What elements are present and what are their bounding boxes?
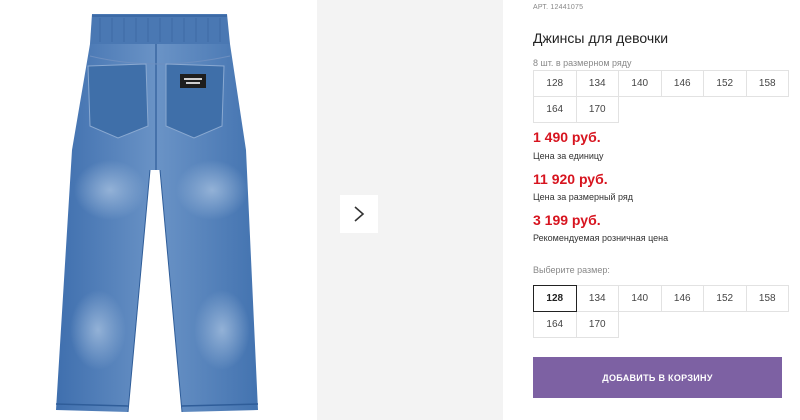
size-option[interactable]: 152 xyxy=(703,285,747,312)
pack-size-cell: 152 xyxy=(703,70,747,97)
product-image-secondary[interactable] xyxy=(317,0,503,420)
jeans-image xyxy=(55,14,259,413)
retail-price-note: Рекомендуемая розничная цена xyxy=(533,233,669,243)
size-option[interactable]: 134 xyxy=(575,285,619,312)
product-title: Джинсы для девочки xyxy=(533,30,669,46)
pack-size-grid: 128 134 140 146 152 158 164 170 xyxy=(533,70,789,123)
unit-price-note: Цена за единицу xyxy=(533,151,604,161)
label-patch xyxy=(180,74,206,88)
pack-size-cell: 140 xyxy=(618,70,662,97)
pack-size-label: 8 шт. в размерном ряду xyxy=(533,58,632,68)
size-option[interactable]: 170 xyxy=(575,311,619,338)
pack-price: 11 920 руб. xyxy=(533,171,608,187)
add-to-cart-button[interactable]: ДОБАВИТЬ В КОРЗИНУ xyxy=(533,357,782,398)
pack-size-cell: 158 xyxy=(745,70,789,97)
retail-price: 3 199 руб. xyxy=(533,212,601,228)
pack-size-cell: 134 xyxy=(575,70,619,97)
pack-size-cell: 146 xyxy=(660,70,704,97)
unit-price: 1 490 руб. xyxy=(533,129,601,145)
size-option[interactable]: 164 xyxy=(533,311,577,338)
chevron-right-icon xyxy=(354,206,365,222)
size-option[interactable]: 146 xyxy=(660,285,704,312)
pack-size-cell: 170 xyxy=(575,96,619,123)
pack-price-note: Цена за размерный ряд xyxy=(533,192,634,202)
size-selector: 128 134 140 146 152 158 164 170 xyxy=(533,285,789,338)
product-image-main[interactable] xyxy=(0,0,305,420)
select-size-label: Выберите размер: xyxy=(533,265,610,275)
product-sku: АРТ. 12441075 xyxy=(533,4,584,11)
size-option[interactable]: 158 xyxy=(745,285,789,312)
pack-size-cell: 164 xyxy=(533,96,577,123)
pack-size-cell: 128 xyxy=(533,70,577,97)
size-option-selected[interactable]: 128 xyxy=(533,285,577,312)
next-image-button[interactable] xyxy=(340,195,378,233)
size-option[interactable]: 140 xyxy=(618,285,662,312)
